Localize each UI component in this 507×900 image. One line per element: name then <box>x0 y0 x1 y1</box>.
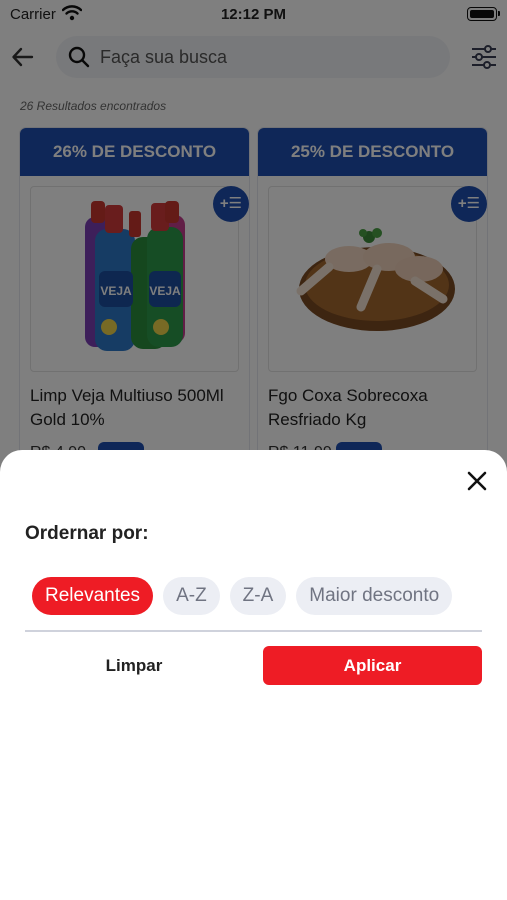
sort-option-relevantes[interactable]: Relevantes <box>32 577 154 615</box>
sort-option-maior-desconto[interactable]: Maior desconto <box>296 577 453 615</box>
clear-button[interactable]: Limpar <box>25 646 243 686</box>
sort-bottom-sheet: Ordernar por: Relevantes A-Z Z-A Maior desc… <box>0 450 507 900</box>
sort-option-z-a[interactable]: Z-A <box>229 577 287 615</box>
sort-title: Ordernar por: <box>25 523 149 544</box>
apply-button[interactable]: Aplicar <box>263 646 482 685</box>
close-icon[interactable] <box>466 470 488 492</box>
sort-option-a-z[interactable]: A-Z <box>163 577 220 615</box>
sort-options: Relevantes A-Z Z-A Maior desconto <box>32 577 482 615</box>
divider <box>25 630 482 632</box>
